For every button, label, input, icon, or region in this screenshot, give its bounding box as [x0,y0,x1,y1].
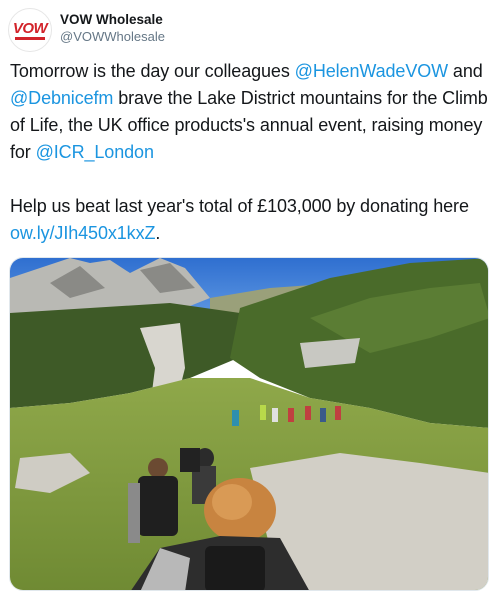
tweet-header: VOW VOW Wholesale @VOWWholesale [8,8,488,52]
text-segment: Help us beat last year's total of £103,0… [10,196,469,216]
author-display-name[interactable]: VOW Wholesale [60,12,165,28]
tweet-paragraph-1: Tomorrow is the day our colleagues @Hele… [10,58,490,166]
mention-helenwadevow[interactable]: @HelenWadeVOW [295,61,448,81]
author-handle[interactable]: @VOWWholesale [60,28,165,45]
tweet-card: VOW VOW Wholesale @VOWWholesale Tomorrow… [0,0,498,600]
text-segment: . [155,223,161,243]
text-segment: Tomorrow is the day our colleagues [10,61,295,81]
mountain-hikers-photo [10,258,488,590]
text-segment: and [448,61,483,81]
logo-underline [15,36,45,40]
donation-link[interactable]: ow.ly/JIh450x1kxZ [10,223,155,243]
avatar[interactable]: VOW [8,8,52,52]
tweet-paragraph-2: Help us beat last year's total of £103,0… [10,193,490,247]
author-names: VOW Wholesale @VOWWholesale [60,12,165,45]
tweet-text: Tomorrow is the day our colleagues @Hele… [10,58,490,247]
vow-logo-icon: VOW [12,19,48,37]
mention-icr-london[interactable]: @ICR_London [36,142,154,162]
tweet-photo[interactable] [9,257,489,591]
mention-debnicefm[interactable]: @Debnicefm [10,88,113,108]
